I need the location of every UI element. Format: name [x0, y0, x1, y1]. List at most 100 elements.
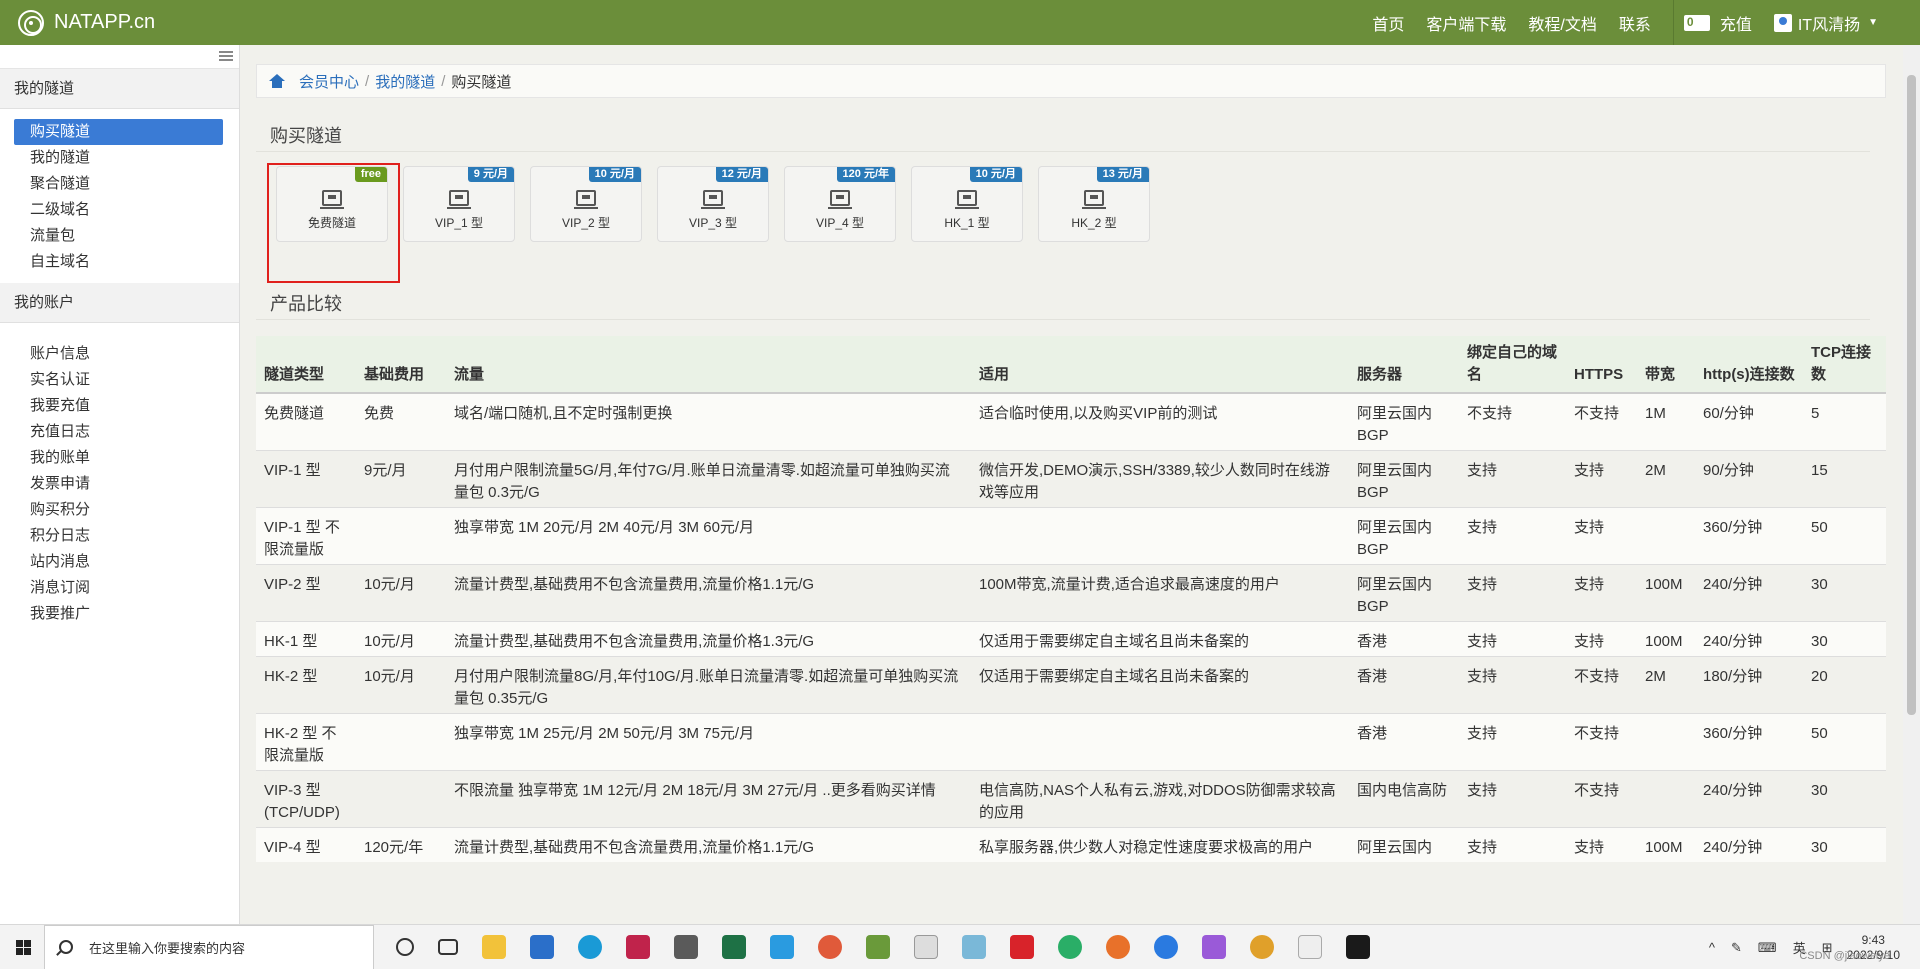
header-cell: HTTPS — [1566, 336, 1637, 394]
breadcrumb-member-center[interactable]: 会员中心 — [299, 71, 359, 92]
wallet-icon — [1683, 14, 1710, 31]
brand-name: NATAPP.cn — [54, 11, 156, 33]
sidebar-item-points-log[interactable]: 积分日志 — [14, 523, 223, 549]
menu-bars-icon — [219, 51, 233, 61]
terminal-icon[interactable] — [1346, 935, 1370, 959]
server-icon — [1082, 190, 1106, 209]
sidebar-item-buy-points[interactable]: 购买积分 — [14, 497, 223, 523]
table-cell: 10元/月 — [356, 656, 446, 714]
excel-icon[interactable] — [722, 935, 746, 959]
server-icon — [447, 190, 471, 209]
cortana-icon[interactable] — [396, 938, 414, 956]
sidebar-item-my-tunnels[interactable]: 我的隧道 — [14, 145, 223, 171]
store-icon[interactable] — [530, 935, 554, 959]
card-label: VIP_4 型 — [815, 216, 865, 230]
table-cell: 阿里云国内BGP — [1349, 507, 1459, 565]
table-cell: 30 — [1803, 827, 1886, 862]
nav-divider — [1672, 0, 1674, 45]
sidebar-item-invoice[interactable]: 发票申请 — [14, 471, 223, 497]
sidebar-collapse-toggle[interactable] — [0, 45, 239, 69]
nav-link-tutorials[interactable]: 教程/文档 — [1528, 11, 1596, 35]
table-row: HK-2 型 不限流量版 独享带宽 1M 25元/月 2M 50元/月 3M 75… — [256, 713, 1886, 771]
scrollbar-thumb[interactable] — [1907, 75, 1916, 715]
file-explorer-icon[interactable] — [482, 935, 506, 959]
navicat-icon[interactable] — [962, 935, 986, 959]
sidebar-item-traffic-pack[interactable]: 流量包 — [14, 223, 223, 249]
vmware-icon[interactable] — [770, 935, 794, 959]
table-cell: 不限流量 独享带宽 1M 12元/月 2M 18元/月 3M 27元/月 ..更… — [446, 770, 971, 828]
taskbar-search[interactable]: 在这里输入你要搜索的内容 — [44, 924, 374, 969]
table-cell: 支持 — [1566, 450, 1637, 508]
breadcrumb-current: 购买隧道 — [451, 73, 512, 91]
wps-icon[interactable] — [1010, 935, 1034, 959]
sidebar-item-messages[interactable]: 站内消息 — [14, 549, 223, 575]
pen-icon[interactable]: ✎ — [1731, 940, 1742, 956]
sidebar: 我的隧道 购买隧道 我的隧道 聚合隧道 二级域名 流量包 自主域名 我的账户 账… — [0, 45, 240, 924]
natapp-logo-icon — [18, 9, 44, 36]
tunnel-card-hk1[interactable]: 10 元/月 HK_1 型 — [911, 166, 1023, 242]
tunnel-card-vip2[interactable]: 10 元/月 VIP_2 型 — [530, 166, 642, 242]
breadcrumb-my-tunnels[interactable]: 我的隧道 — [375, 71, 435, 92]
typora-icon[interactable] — [914, 935, 938, 959]
nav-links: 首页 客户端下载 教程/文档 联系 充值 IT风清扬 ▼ — [1372, 0, 1920, 45]
table-cell: 5 — [1803, 392, 1886, 451]
sidebar-item-promote[interactable]: 我要推广 — [14, 601, 223, 627]
table-cell: 100M — [1637, 621, 1695, 657]
taskbar: 在这里输入你要搜索的内容 ^ ✎ ⌨ 英 ⊞ 9:43 2022/9/10 CS… — [0, 924, 1920, 969]
brand[interactable]: NATAPP.cn — [18, 9, 156, 36]
table-cell: 不支持 — [1566, 713, 1637, 771]
table-cell: 香港 — [1349, 621, 1459, 657]
sidebar-item-recharge-log[interactable]: 充值日志 — [14, 419, 223, 445]
table-cell: 240/分钟 — [1695, 770, 1803, 828]
chrome-icon[interactable] — [1250, 935, 1274, 959]
home-icon[interactable] — [269, 74, 285, 88]
table-cell — [356, 713, 446, 771]
nav-link-client-download[interactable]: 客户端下载 — [1426, 11, 1506, 35]
sidebar-item-account-info[interactable]: 账户信息 — [14, 341, 223, 367]
calculator-icon[interactable] — [674, 935, 698, 959]
windows-start-icon[interactable] — [4, 925, 44, 969]
table-cell: 支持 — [1566, 621, 1637, 657]
table-header-row: 隧道类型 基础费用 流量 适用 服务器 绑定自己的域名 HTTPS 带宽 htt… — [256, 336, 1886, 394]
tunnel-card-vip4[interactable]: 120 元/年 VIP_4 型 — [784, 166, 896, 242]
spiral-app-icon[interactable] — [818, 935, 842, 959]
user-menu[interactable]: IT风清扬 ▼ — [1773, 11, 1878, 35]
sidebar-item-real-name[interactable]: 实名认证 — [14, 367, 223, 393]
task-view-icon[interactable] — [438, 939, 458, 955]
tunnel-card-vip1[interactable]: 9 元/月 VIP_1 型 — [403, 166, 515, 242]
wechat-icon[interactable] — [1058, 935, 1082, 959]
tunnel-card-vip3[interactable]: 12 元/月 VIP_3 型 — [657, 166, 769, 242]
table-cell: 月付用户限制流量8G/月,年付10G/月.账单日流量清零.如超流量可单独购买流量… — [446, 656, 971, 714]
sidebar-item-aggregate-tunnels[interactable]: 聚合隧道 — [14, 171, 223, 197]
jetbrains-icon[interactable] — [626, 935, 650, 959]
chevron-up-icon[interactable]: ^ — [1709, 940, 1715, 955]
nav-link-contact[interactable]: 联系 — [1619, 11, 1651, 35]
sidebar-item-recharge[interactable]: 我要充值 — [14, 393, 223, 419]
keyboard-icon[interactable]: ⌨ — [1758, 940, 1777, 956]
page-scrollbar[interactable] — [1903, 45, 1920, 924]
section-title-buy: 购买隧道 — [256, 120, 1870, 152]
sidebar-item-subscriptions[interactable]: 消息订阅 — [14, 575, 223, 601]
colorful-app-icon[interactable] — [1202, 935, 1226, 959]
edge-icon[interactable] — [578, 935, 602, 959]
nav-link-home[interactable]: 首页 — [1372, 11, 1404, 35]
table-cell: HK-2 型 — [256, 656, 356, 714]
sidebar-item-buy-tunnel[interactable]: 购买隧道 — [14, 119, 223, 145]
table-cell: 阿里云国内BGP — [1349, 564, 1459, 622]
tunnel-card-hk2[interactable]: 13 元/月 HK_2 型 — [1038, 166, 1150, 242]
shield-icon[interactable] — [1298, 935, 1322, 959]
chart-app-icon[interactable] — [866, 935, 890, 959]
feishu-icon[interactable] — [1154, 935, 1178, 959]
table-cell: 2M — [1637, 450, 1695, 508]
table-cell: 月付用户限制流量5G/月,年付7G/月.账单日流量清零.如超流量可单独购买流量包… — [446, 450, 971, 508]
nav-recharge[interactable]: 充值 — [1683, 11, 1752, 35]
table-cell: VIP-4 型 — [256, 827, 356, 862]
sidebar-item-custom-domain[interactable]: 自主域名 — [14, 249, 223, 275]
table-cell: 电信高防,NAS个人私有云,游戏,对DDOS防御需求较高的应用 — [971, 770, 1349, 828]
table-cell: 流量计费型,基础费用不包含流量费用,流量价格1.1元/G — [446, 827, 971, 862]
table-cell: 支持 — [1566, 507, 1637, 565]
sidebar-item-subdomain[interactable]: 二级域名 — [14, 197, 223, 223]
table-cell: 不支持 — [1459, 392, 1566, 451]
sidebar-item-bills[interactable]: 我的账单 — [14, 445, 223, 471]
firefox-icon[interactable] — [1106, 935, 1130, 959]
